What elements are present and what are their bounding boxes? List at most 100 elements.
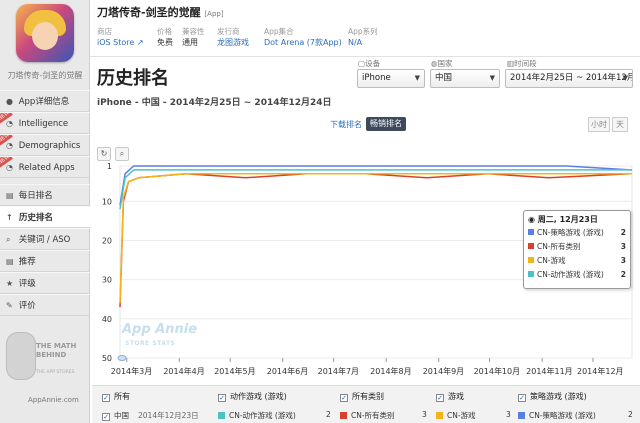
meta-compat: 兼容性 通用 <box>182 27 205 47</box>
x-tick-label: 2014年8月 <box>370 367 412 376</box>
table-header-all-categories[interactable]: ✓ 所有类别 <box>340 391 384 402</box>
sidebar-item-daily-rank[interactable]: ▤ 每日排名 <box>0 184 90 206</box>
x-tick-label: 2014年4月 <box>163 367 205 376</box>
tooltip-row: CN-游戏 3 <box>528 254 626 268</box>
navigator-handle <box>117 355 127 361</box>
meta-store: 商店 iOS Store ↗ <box>97 27 144 49</box>
series-swatch <box>528 243 534 249</box>
sidebar-item-label: App详细信息 <box>18 97 70 107</box>
sidebar-item-label: 评级 <box>18 279 36 289</box>
page-title: 历史排名 <box>97 68 169 89</box>
sidebar: 刀塔传奇-剑圣的觉醒 ● App详细信息 NEW ◔ Intelligence … <box>0 0 91 423</box>
table-cell-value: 3 <box>506 410 511 419</box>
table-header-action[interactable]: ✓ 动作游戏 (游戏) <box>218 391 287 402</box>
tab-bestseller[interactable]: 畅销排名 <box>366 117 406 131</box>
sidebar-item-related-apps[interactable]: NEW ◔ Related Apps <box>0 156 90 178</box>
x-tick-label: 2014年7月 <box>317 367 360 376</box>
period-select[interactable]: 2014年2月25日 ~ 2014年12月 ▼ <box>505 69 633 88</box>
table-header-all[interactable]: ✓ 所有 <box>102 391 130 402</box>
sidebar-item-app-details[interactable]: ● App详细信息 <box>0 90 90 112</box>
chevron-down-icon: ▼ <box>622 74 628 82</box>
period-label: ▥时间段 <box>507 59 537 68</box>
search-icon: ⌕ <box>6 235 11 244</box>
y-tick-label: 10 <box>102 197 112 206</box>
toggle-hour[interactable]: 小时 <box>588 117 610 132</box>
comment-icon: ✎ <box>6 301 13 310</box>
sidebar-item-ratings[interactable]: ★ 评级 <box>0 272 90 294</box>
app-type-tag: [App] <box>204 10 224 18</box>
tooltip-row: CN-所有类别 3 <box>528 240 626 254</box>
series-table: ✓ 所有 ✓ 动作游戏 (游戏) ✓ 所有类别 ✓ 游戏 ✓ 策略游戏 (游戏) ✓ 中国 … <box>92 385 640 423</box>
x-tick-label: 2014年6月 <box>266 367 309 376</box>
series-link[interactable]: N/A <box>348 37 378 49</box>
table-cell: CN-游戏 <box>436 410 476 421</box>
meta-series: App系列 N/A <box>348 27 378 49</box>
x-tick-label: 2014年12月 <box>577 367 624 376</box>
sidebar-item-intelligence[interactable]: NEW ◔ Intelligence <box>0 112 90 134</box>
x-tick-label: 2014年11月 <box>526 367 573 376</box>
chevron-down-icon: ▼ <box>414 74 420 82</box>
checkbox-icon: ✓ <box>102 413 110 421</box>
collection-link[interactable]: Dot Arena (7款App) <box>264 37 342 49</box>
table-cell: CN-所有类别 <box>340 410 395 421</box>
table-header-strategy[interactable]: ✓ 策略游戏 (游戏) <box>518 391 587 402</box>
x-tick-label: 2014年3月 <box>110 367 153 376</box>
sidebar-item-label: 评价 <box>18 301 36 311</box>
country-label: ◍国家 <box>431 59 453 68</box>
meta-collection: App集合 Dot Arena (7款App) <box>264 27 342 49</box>
x-tick-label: 2014年9月 <box>422 367 465 376</box>
series-swatch <box>528 257 534 263</box>
y-tick-label: 30 <box>102 276 112 285</box>
tooltip-title: ◉ 周二, 12月23日 <box>528 215 598 224</box>
promo-subline: THE APP STORES <box>36 370 75 375</box>
tab-downloads[interactable]: 下载排名 <box>330 119 362 130</box>
page-subtitle: iPhone - 中国 - 2014年2月25日 ~ 2014年12月24日 <box>97 98 332 108</box>
sidebar-item-label: Intelligence <box>18 119 69 129</box>
y-tick-label: 40 <box>102 315 112 324</box>
checkbox-icon: ✓ <box>518 394 526 402</box>
toggle-day[interactable]: 天 <box>612 117 628 132</box>
publisher-link[interactable]: 龙图游戏 <box>217 37 249 49</box>
zoom-icon: ⌕ <box>119 149 125 158</box>
app-title: 刀塔传奇-剑圣的觉醒 [App] <box>97 6 224 19</box>
globe-icon: ◉ <box>528 215 535 224</box>
featured-icon: ▤ <box>6 257 14 266</box>
checkbox-icon: ✓ <box>218 394 226 402</box>
sidebar-item-demographics[interactable]: NEW ◔ Demographics <box>0 134 90 156</box>
table-cell: CN-策略游戏 (游戏) <box>518 410 596 421</box>
promo-headline: THE MATH BEHIND <box>36 342 77 359</box>
sidebar-item-label: 历史排名 <box>18 213 53 223</box>
device-label: ▢设备 <box>358 59 381 68</box>
table-row-country[interactable]: ✓ 中国 <box>102 410 129 421</box>
meta-price: 价格 免费 <box>157 27 173 47</box>
info-icon: ● <box>6 97 13 106</box>
sidebar-item-featured[interactable]: ▤ 推荐 <box>0 250 90 272</box>
series-swatch <box>528 229 534 235</box>
country-select[interactable]: 中国 ▼ <box>430 69 500 88</box>
sidebar-item-reviews[interactable]: ✎ 评价 <box>0 294 90 316</box>
store-link[interactable]: iOS Store ↗ <box>97 37 144 49</box>
device-select[interactable]: iPhone ▼ <box>357 69 425 88</box>
table-cell-value: 3 <box>422 410 427 419</box>
y-tick-label: 50 <box>102 354 112 363</box>
promo-url: AppAnnie.com <box>28 396 79 404</box>
checkbox-icon: ✓ <box>436 394 444 402</box>
tooltip-row: CN-动作游戏 (游戏) 2 <box>528 268 626 282</box>
sidebar-item-label: Demographics <box>18 141 81 151</box>
refresh-icon: ↻ <box>100 149 108 158</box>
sidebar-item-keywords[interactable]: ⌕ 关键词 / ASO <box>0 228 90 250</box>
chart-tooltip: ◉ 周二, 12月23日 CN-策略游戏 (游戏) 2 CN-所有类别 3 CN-游… <box>523 210 631 289</box>
watermark-sub: STORE STATS <box>125 340 176 347</box>
x-tick-label: 2014年10月 <box>473 367 521 376</box>
table-header-games[interactable]: ✓ 游戏 <box>436 391 464 402</box>
star-icon: ★ <box>6 279 14 288</box>
calendar-icon: ▤ <box>6 191 14 200</box>
app-annie-promo[interactable]: THE MATH BEHIND THE APP STORES AppAnnie.c… <box>4 328 86 408</box>
sidebar-item-history-rank[interactable]: ↑ 历史排名 <box>0 206 91 228</box>
app-icon <box>16 4 74 62</box>
checkbox-icon: ✓ <box>340 394 348 402</box>
header-divider <box>90 56 640 57</box>
sidebar-app-caption: 刀塔传奇-剑圣的觉醒 <box>7 71 83 80</box>
table-cell-value: 2 <box>628 410 633 419</box>
y-tick-label: 1 <box>107 162 112 171</box>
